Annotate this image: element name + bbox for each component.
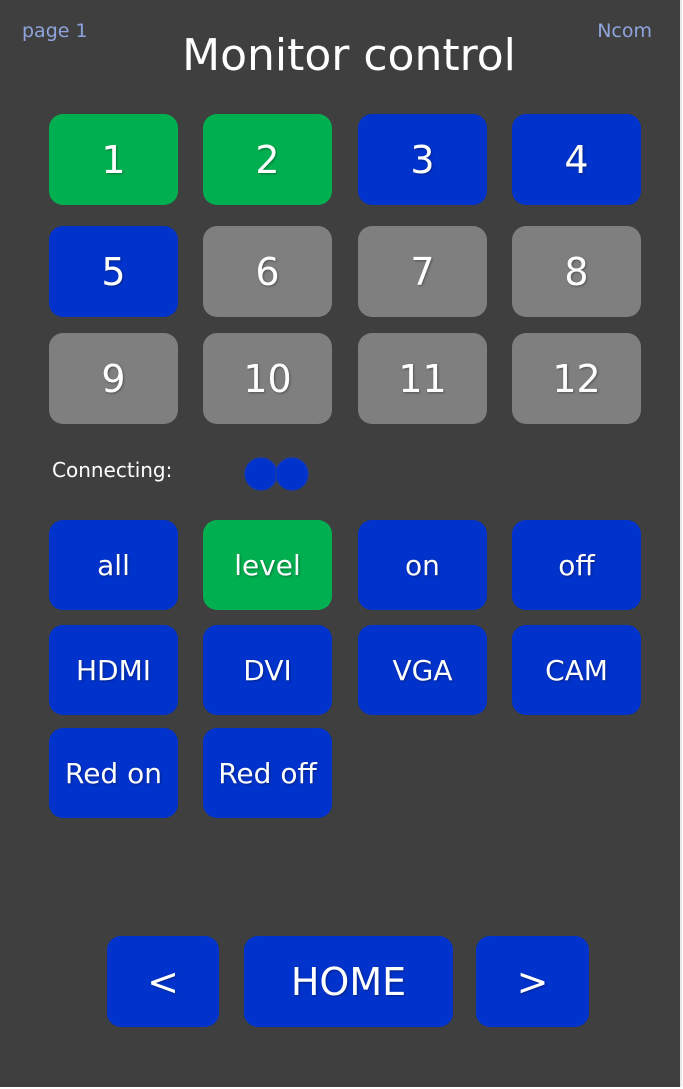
monitor-button-2[interactable]: 2 [203,114,332,205]
monitor-button-4[interactable]: 4 [512,114,641,205]
monitor-button-6[interactable]: 6 [203,226,332,317]
connecting-label: Connecting: [52,458,173,482]
next-page-button[interactable]: > [476,936,589,1027]
dvi-button[interactable]: DVI [203,625,332,715]
hdmi-button[interactable]: HDMI [49,625,178,715]
cam-button[interactable]: CAM [512,625,641,715]
monitor-button-1[interactable]: 1 [49,114,178,205]
off-button[interactable]: off [512,520,641,610]
page-title: Monitor control [182,30,516,81]
connecting-dot-left [244,457,278,491]
level-button[interactable]: level [203,520,332,610]
monitor-button-12[interactable]: 12 [512,333,641,424]
connecting-dot-right [275,457,309,491]
monitor-button-11[interactable]: 11 [358,333,487,424]
monitor-button-8[interactable]: 8 [512,226,641,317]
monitor-button-7[interactable]: 7 [358,226,487,317]
prev-page-button[interactable]: < [107,936,219,1027]
control-panel: page 1 Ncom Monitor control 1 2 3 4 5 6 … [0,0,682,1087]
home-button[interactable]: HOME [244,936,453,1027]
red-off-button[interactable]: Red off [203,728,332,818]
all-button[interactable]: all [49,520,178,610]
monitor-button-10[interactable]: 10 [203,333,332,424]
monitor-button-3[interactable]: 3 [358,114,487,205]
red-on-button[interactable]: Red on [49,728,178,818]
on-button[interactable]: on [358,520,487,610]
vga-button[interactable]: VGA [358,625,487,715]
monitor-button-9[interactable]: 9 [49,333,178,424]
monitor-button-5[interactable]: 5 [49,226,178,317]
